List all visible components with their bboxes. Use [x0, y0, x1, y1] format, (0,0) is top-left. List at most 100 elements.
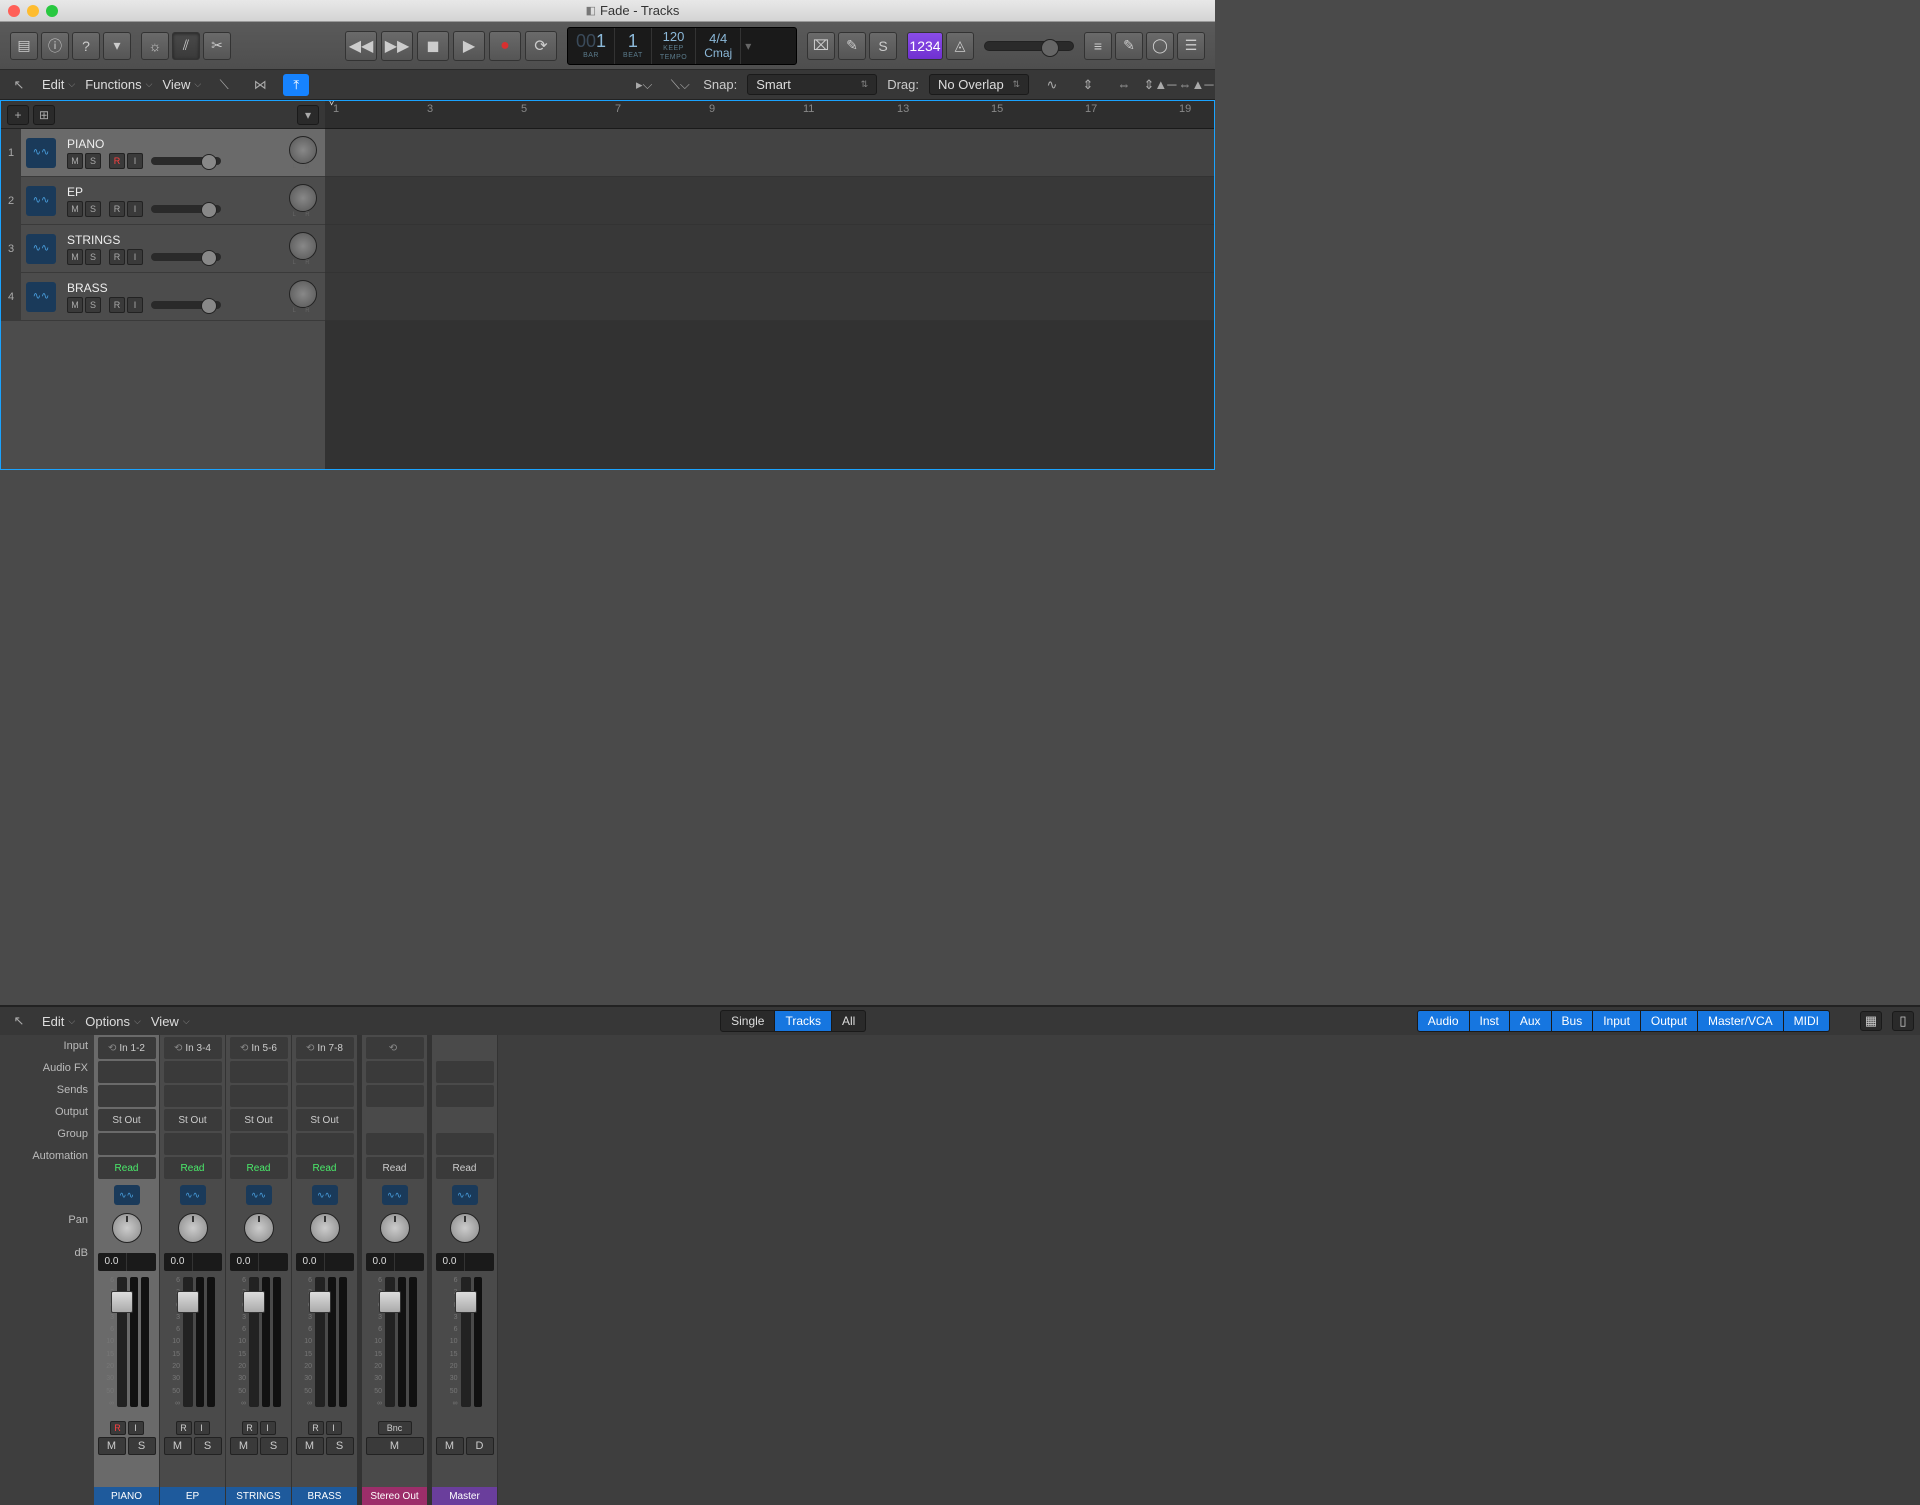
track-header[interactable]: 2 ∿∿ EP M S R I L R — [1, 177, 325, 225]
db-display[interactable]: 0.0 — [230, 1253, 288, 1271]
track-header[interactable]: 4 ∿∿ BRASS M S R I L R — [1, 273, 325, 321]
filter-midi[interactable]: MIDI — [1784, 1010, 1830, 1032]
waveform-zoom[interactable]: ∿ — [1039, 74, 1065, 96]
mute-button[interactable]: M — [436, 1437, 464, 1455]
input-monitor-button[interactable]: I — [128, 1421, 144, 1435]
mute-button[interactable]: M — [296, 1437, 324, 1455]
audiofx-slot[interactable] — [230, 1061, 288, 1083]
loops-button[interactable]: ◯ — [1146, 32, 1174, 60]
edit-menu[interactable]: Edit⌵ — [42, 77, 75, 92]
input-slot[interactable]: ⟲In 3-4 — [164, 1037, 222, 1059]
channel-strip[interactable]: ⟲In 7-8St OutRead∿∿0.0 630361015203050∞ … — [292, 1035, 358, 1505]
track-volume-slider[interactable] — [151, 205, 221, 213]
solo-button[interactable]: S — [869, 32, 897, 60]
help-button[interactable]: ? — [72, 32, 100, 60]
library-button[interactable]: ▤ — [10, 32, 38, 60]
track-name[interactable]: BRASS — [67, 281, 275, 295]
drag-select[interactable]: No Overlap⇅ — [929, 74, 1029, 95]
arrange-row[interactable] — [325, 225, 1214, 273]
db-display[interactable]: 0.0 — [98, 1253, 156, 1271]
output-slot[interactable]: St Out — [230, 1109, 288, 1131]
sends-slot[interactable] — [436, 1085, 494, 1107]
channel-icon[interactable]: ∿∿ — [180, 1185, 206, 1205]
rewind-button[interactable]: ◀◀ — [345, 31, 377, 61]
pan-knob[interactable] — [289, 232, 317, 260]
browser-button[interactable]: ☰ — [1177, 32, 1205, 60]
automation-mode[interactable]: Read — [366, 1157, 424, 1179]
mute-button[interactable]: M — [230, 1437, 258, 1455]
input-slot[interactable]: ⟲In 5-6 — [230, 1037, 288, 1059]
channel-label[interactable]: PIANO — [94, 1487, 159, 1505]
automation-mode[interactable]: Read — [230, 1157, 288, 1179]
automation-mode[interactable]: Read — [436, 1157, 494, 1179]
pan-knob[interactable] — [380, 1213, 410, 1243]
mixer-back-icon[interactable]: ↖ — [6, 1010, 32, 1032]
pan-knob[interactable] — [310, 1213, 340, 1243]
track-volume-slider[interactable] — [151, 253, 221, 261]
channel-strip[interactable]: Read∿∿0.0 630361015203050∞ M D Master — [432, 1035, 498, 1505]
solo-button[interactable]: S — [85, 201, 101, 217]
channel-label[interactable]: EP — [160, 1487, 225, 1505]
mute-button[interactable]: M — [98, 1437, 126, 1455]
record-enable-button[interactable]: R — [308, 1421, 324, 1435]
input-monitor-button[interactable]: I — [260, 1421, 276, 1435]
db-display[interactable]: 0.0 — [164, 1253, 222, 1271]
audiofx-slot[interactable] — [98, 1061, 156, 1083]
solo-button[interactable]: S — [128, 1437, 156, 1455]
input-slot[interactable]: ⟲In 7-8 — [296, 1037, 354, 1059]
input-slot[interactable]: ⟲In 1-2 — [98, 1037, 156, 1059]
lcd-display[interactable]: 001BAR 1BEAT 120KEEPTEMPO 4/4Cmaj ▾ — [567, 27, 797, 65]
duplicate-track-button[interactable]: ⊞ — [33, 105, 55, 125]
mute-button[interactable]: M — [164, 1437, 192, 1455]
zoom-slider-v[interactable]: ⇕▲─ — [1147, 74, 1173, 96]
input-slot[interactable]: ⟲ — [366, 1037, 424, 1059]
mute-button[interactable]: M — [67, 201, 83, 217]
master-volume-slider[interactable] — [984, 41, 1074, 51]
fader[interactable] — [461, 1277, 471, 1407]
mixer-button[interactable]: ⫽ — [172, 32, 200, 60]
track-icon[interactable]: ∿∿ — [26, 234, 56, 264]
autopunch-button[interactable]: ✎ — [838, 32, 866, 60]
filter-master-vca[interactable]: Master/VCA — [1698, 1010, 1784, 1032]
cycle-button[interactable]: ⟳ — [525, 31, 557, 61]
channel-icon[interactable]: ∿∿ — [382, 1185, 408, 1205]
back-icon[interactable]: ↖ — [6, 74, 32, 96]
record-enable-button[interactable]: R — [176, 1421, 192, 1435]
lcd-mode-menu[interactable]: ▾ — [741, 28, 755, 64]
track-header[interactable]: 1 ∿∿ PIANO M S R I L R — [1, 129, 325, 177]
db-display[interactable]: 0.0 — [436, 1253, 494, 1271]
mixer-options-menu[interactable]: Options⌵ — [85, 1014, 141, 1029]
solo-button[interactable]: S — [85, 153, 101, 169]
flex-icon[interactable]: ⋈ — [247, 74, 273, 96]
zoom-vert-icon[interactable]: ⇕ — [1075, 74, 1101, 96]
track-volume-slider[interactable] — [151, 157, 221, 165]
mixer-edit-menu[interactable]: Edit⌵ — [42, 1014, 75, 1029]
pan-knob[interactable] — [112, 1213, 142, 1243]
arrange-row[interactable] — [325, 273, 1214, 321]
solo-button[interactable]: S — [260, 1437, 288, 1455]
metronome-button[interactable]: ◬ — [946, 32, 974, 60]
list-editors-button[interactable]: ≡ — [1084, 32, 1112, 60]
audiofx-slot[interactable] — [366, 1061, 424, 1083]
channel-icon[interactable]: ∿∿ — [452, 1185, 478, 1205]
record-button[interactable]: ● — [489, 31, 521, 61]
input-monitor-button[interactable]: I — [127, 153, 143, 169]
audiofx-slot[interactable] — [296, 1061, 354, 1083]
channel-label[interactable]: STRINGS — [226, 1487, 291, 1505]
fader[interactable] — [249, 1277, 259, 1407]
bounce-button[interactable]: Bnc — [378, 1421, 412, 1435]
automation-mode[interactable]: Read — [164, 1157, 222, 1179]
track-header[interactable]: 3 ∿∿ STRINGS M S R I L R — [1, 225, 325, 273]
channel-label[interactable]: Stereo Out — [362, 1487, 427, 1505]
input-monitor-button[interactable]: I — [127, 201, 143, 217]
filter-input[interactable]: Input — [1593, 1010, 1641, 1032]
track-name[interactable]: EP — [67, 185, 275, 199]
automation-mode[interactable]: Read — [98, 1157, 156, 1179]
arrange-row[interactable] — [325, 177, 1214, 225]
channel-icon[interactable]: ∿∿ — [114, 1185, 140, 1205]
filter-output[interactable]: Output — [1641, 1010, 1698, 1032]
audiofx-slot[interactable] — [164, 1061, 222, 1083]
automation-icon[interactable]: ⟍ — [211, 74, 237, 96]
output-slot[interactable]: St Out — [296, 1109, 354, 1131]
pan-knob[interactable] — [450, 1213, 480, 1243]
